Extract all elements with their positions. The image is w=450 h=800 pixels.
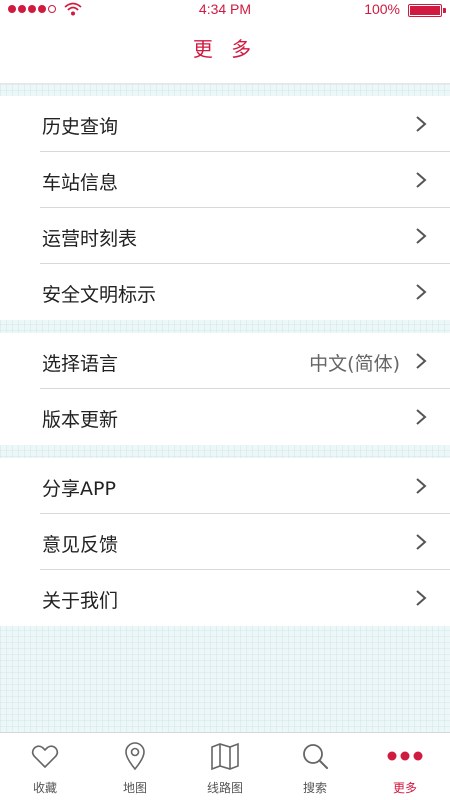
location-pin-icon <box>125 742 145 771</box>
menu-group-3: 分享APP 意见反馈 关于我们 <box>0 458 450 626</box>
menu-item-share-app[interactable]: 分享APP <box>40 458 450 514</box>
menu-item-label: 车站信息 <box>42 172 119 194</box>
tab-bar: 收藏 地图 线路图 搜索 更多 <box>0 732 450 800</box>
menu-item-label: 分享APP <box>42 478 116 500</box>
menu-item-label: 关于我们 <box>42 590 119 612</box>
chevron-right-icon <box>416 478 427 494</box>
tab-favorites[interactable]: 收藏 <box>0 733 90 800</box>
search-icon <box>303 744 328 769</box>
menu-item-label: 意见反馈 <box>42 534 119 556</box>
menu-item-safety-signs[interactable]: 安全文明标示 <box>40 264 450 320</box>
map-icon <box>211 742 239 771</box>
chevron-right-icon <box>416 534 427 550</box>
more-dots-icon <box>387 751 423 761</box>
status-bar: 4:34 PM 100% <box>0 0 450 20</box>
tab-more[interactable]: 更多 <box>360 733 450 800</box>
chevron-right-icon <box>416 284 427 300</box>
tab-label: 搜索 <box>302 781 327 795</box>
heart-icon <box>31 745 59 769</box>
menu-item-label: 安全文明标示 <box>42 284 157 306</box>
chevron-right-icon <box>416 116 427 132</box>
tab-search[interactable]: 搜索 <box>270 733 360 800</box>
chevron-right-icon <box>416 590 427 606</box>
menu-item-language[interactable]: 选择语言 中文(简体) <box>40 333 450 389</box>
chevron-right-icon <box>416 353 427 369</box>
menu-item-label: 运营时刻表 <box>42 228 138 250</box>
tab-label: 线路图 <box>206 781 243 795</box>
menu-item-timetable[interactable]: 运营时刻表 <box>40 208 450 264</box>
chevron-right-icon <box>416 409 427 425</box>
menu-item-version-update[interactable]: 版本更新 <box>40 389 450 445</box>
battery-icon <box>408 4 442 17</box>
menu-item-label: 历史查询 <box>42 116 119 138</box>
tab-label: 收藏 <box>32 781 57 795</box>
page-title: 更 多 <box>192 37 258 61</box>
menu-group-1: 历史查询 车站信息 运营时刻表 安全文明标示 <box>0 96 450 320</box>
chevron-right-icon <box>416 172 427 188</box>
battery-percentage: 100% <box>364 1 400 17</box>
menu-item-history[interactable]: 历史查询 <box>40 96 450 152</box>
menu-item-station-info[interactable]: 车站信息 <box>40 152 450 208</box>
top-bar: 4:34 PM 100% 更 多 <box>0 0 450 84</box>
menu-item-label: 选择语言 <box>42 353 119 375</box>
menu-item-label: 版本更新 <box>42 409 119 431</box>
tab-route-map[interactable]: 线路图 <box>180 733 270 800</box>
menu-item-about-us[interactable]: 关于我们 <box>40 570 450 626</box>
tab-label: 地图 <box>122 781 147 795</box>
menu-item-feedback[interactable]: 意见反馈 <box>40 514 450 570</box>
tab-map[interactable]: 地图 <box>90 733 180 800</box>
menu-group-2: 选择语言 中文(简体) 版本更新 <box>0 333 450 445</box>
language-value: 中文(简体) <box>309 353 400 375</box>
tab-label: 更多 <box>392 781 417 795</box>
chevron-right-icon <box>416 228 427 244</box>
